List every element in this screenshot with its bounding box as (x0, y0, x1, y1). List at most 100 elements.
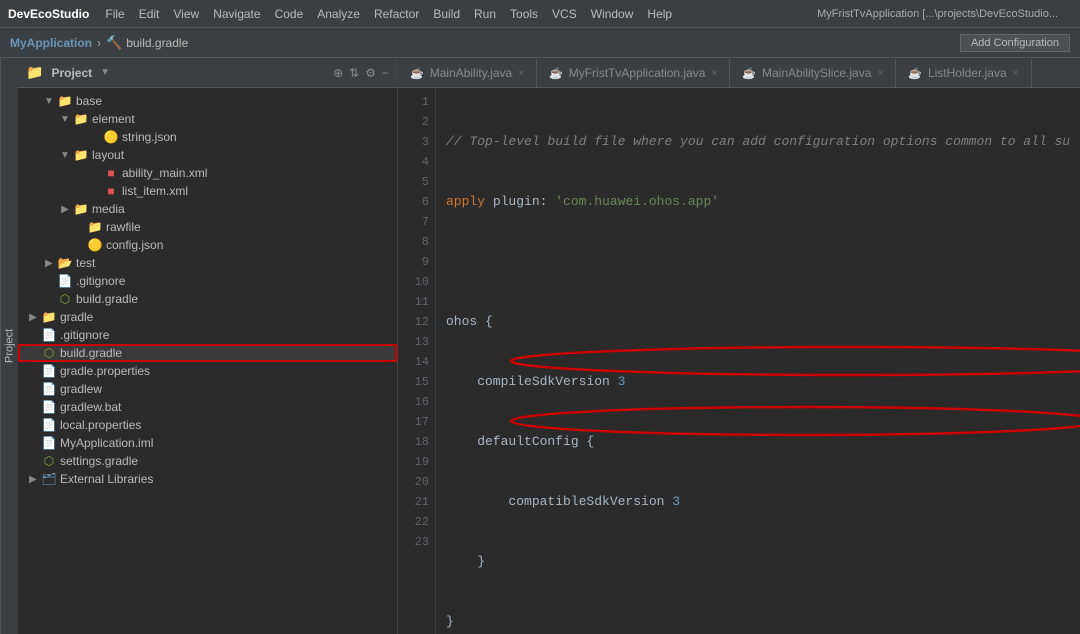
menu-vcs[interactable]: VCS (552, 7, 577, 21)
tree-label-string-json: string.json (122, 130, 177, 144)
tree-item-rawfile[interactable]: 📁 rawfile (18, 218, 397, 236)
minimize-icon[interactable]: − (382, 66, 389, 80)
tab-icon-mainability: ☕ (410, 67, 424, 80)
tree-item-ability-main[interactable]: ■ ability_main.xml (18, 164, 397, 182)
folder-icon-test: 📂 (56, 256, 74, 270)
tree-label-ability-main: ability_main.xml (122, 166, 207, 180)
tree-item-layout[interactable]: ▼ 📁 layout (18, 146, 397, 164)
add-configuration-button[interactable]: Add Configuration (960, 34, 1070, 52)
menu-refactor[interactable]: Refactor (374, 7, 419, 21)
code-area: 12345 678910 1112131415 1617181920 21222… (398, 88, 1080, 634)
tab-icon-mainabilityslice: ☕ (742, 67, 756, 80)
code-line-5: compileSdkVersion 3 (446, 372, 1070, 392)
tree-item-base[interactable]: ▼ 📁 base (18, 92, 397, 110)
breadcrumb-sep: › (97, 36, 101, 50)
editor: ☕ MainAbility.java × ☕ MyFristTvApplicat… (398, 58, 1080, 634)
file-icon-build-gradle-module: ⬡ (56, 292, 74, 306)
code-content[interactable]: // Top-level build file where you can ad… (436, 88, 1080, 634)
folder-icon-element: 📁 (72, 112, 90, 126)
tree-item-local-properties[interactable]: 📄 local.properties (18, 416, 397, 434)
tree-item-build-gradle-root[interactable]: ⬡ build.gradle (18, 344, 397, 362)
tree-item-media[interactable]: ▶ 📁 media (18, 200, 397, 218)
menu-file[interactable]: File (105, 7, 124, 21)
tree-label-gradle-properties: gradle.properties (60, 364, 150, 378)
tree-label-gradle-folder: gradle (60, 310, 93, 324)
sidebar-toolbar: ⊕ ⇅ ⚙ − (333, 66, 389, 80)
dropdown-arrow-icon: ▼ (100, 67, 110, 78)
file-icon-gitignore-root: 📄 (40, 328, 58, 342)
tree-arrow-base: ▼ (42, 96, 56, 107)
tree-label-build-gradle-root: build.gradle (60, 346, 122, 360)
menu-run[interactable]: Run (474, 7, 496, 21)
tree-label-element: element (92, 112, 135, 126)
project-panel-label: Project (0, 58, 18, 634)
folder-icon-gradle: 📁 (40, 310, 58, 324)
tree-item-gradle-properties[interactable]: 📄 gradle.properties (18, 362, 397, 380)
file-icon-gitignore-module: 📄 (56, 274, 74, 288)
tree-item-external-libraries[interactable]: ▶ 🗂 External Libraries (18, 470, 397, 488)
file-icon-myapplication-iml: 📄 (40, 436, 58, 450)
code-line-9: } (446, 612, 1070, 632)
tree-item-list-item[interactable]: ■ list_item.xml (18, 182, 397, 200)
tab-label-mainability: MainAbility.java (430, 66, 512, 80)
code-line-6: defaultConfig { (446, 432, 1070, 452)
tab-mainability-java[interactable]: ☕ MainAbility.java × (398, 59, 537, 87)
tree-label-test: test (76, 256, 95, 270)
tree-item-gradlew-bat[interactable]: 📄 gradlew.bat (18, 398, 397, 416)
tree-item-element[interactable]: ▼ 📁 element (18, 110, 397, 128)
tree-label-gradlew: gradlew (60, 382, 102, 396)
title-bar: MyApplication › 🔨 build.gradle Add Confi… (0, 28, 1080, 58)
menu-tools[interactable]: Tools (510, 7, 538, 21)
editor-tabs: ☕ MainAbility.java × ☕ MyFristTvApplicat… (398, 58, 1080, 88)
tree-label-gitignore-root: .gitignore (60, 328, 109, 342)
tree-label-rawfile: rawfile (106, 220, 141, 234)
menu-code[interactable]: Code (275, 7, 304, 21)
menu-edit[interactable]: Edit (139, 7, 160, 21)
add-icon[interactable]: ⊕ (333, 66, 343, 80)
tree-label-gitignore-module: .gitignore (76, 274, 125, 288)
tab-close-mainabilityslice[interactable]: × (877, 68, 883, 79)
tree-item-config-json[interactable]: 🟡 config.json (18, 236, 397, 254)
tree-label-layout: layout (92, 148, 124, 162)
tree-arrow-external-libraries: ▶ (26, 474, 40, 485)
tab-close-mainability[interactable]: × (518, 68, 524, 79)
menu-help[interactable]: Help (647, 7, 672, 21)
tree-label-gradlew-bat: gradlew.bat (60, 400, 121, 414)
tree-label-settings-gradle: settings.gradle (60, 454, 138, 468)
menu-navigate[interactable]: Navigate (213, 7, 260, 21)
file-icon-build-gradle-root: ⬡ (40, 346, 58, 360)
menu-window[interactable]: Window (591, 7, 634, 21)
menu-view[interactable]: View (173, 7, 199, 21)
tab-mainabilityslice-java[interactable]: ☕ MainAbilitySlice.java × (730, 59, 896, 87)
tree-item-gradlew[interactable]: 📄 gradlew (18, 380, 397, 398)
tree-item-test[interactable]: ▶ 📂 test (18, 254, 397, 272)
breadcrumb-app: MyApplication (10, 36, 92, 50)
menu-analyze[interactable]: Analyze (317, 7, 360, 21)
sidebar-title: Project (51, 66, 92, 80)
sync-icon[interactable]: ⇅ (349, 66, 359, 80)
tree-arrow-media: ▶ (58, 204, 72, 215)
red-oval-1 (511, 347, 1080, 375)
tab-close-myfristtv[interactable]: × (711, 68, 717, 79)
tree-item-myapplication-iml[interactable]: 📄 MyApplication.iml (18, 434, 397, 452)
tree-item-gradle-folder[interactable]: ▶ 📁 gradle (18, 308, 397, 326)
file-icon-gradle-properties: 📄 (40, 364, 58, 378)
tab-close-listholder[interactable]: × (1013, 68, 1019, 79)
tab-myfritsttv-java[interactable]: ☕ MyFristTvApplication.java × (537, 59, 730, 87)
tree-item-gitignore-root[interactable]: 📄 .gitignore (18, 326, 397, 344)
red-oval-2 (511, 407, 1080, 435)
tab-listholder-java[interactable]: ☕ ListHolder.java × (896, 59, 1031, 87)
file-icon-list-item: ■ (102, 184, 120, 198)
folder-icon-media: 📁 (72, 202, 90, 216)
tree-item-build-gradle-module[interactable]: ⬡ build.gradle (18, 290, 397, 308)
tree-label-external-libraries: External Libraries (60, 472, 153, 486)
code-line-2: apply plugin: 'com.huawei.ohos.app' (446, 192, 1070, 212)
tree-item-string-json[interactable]: 🟡 string.json (18, 128, 397, 146)
tree-item-settings-gradle[interactable]: ⬡ settings.gradle (18, 452, 397, 470)
code-line-3 (446, 252, 1070, 272)
menu-build[interactable]: Build (433, 7, 460, 21)
settings-icon[interactable]: ⚙ (365, 66, 376, 80)
tree-label-media: media (92, 202, 125, 216)
tree-label-base: base (76, 94, 102, 108)
tree-item-gitignore-module[interactable]: 📄 .gitignore (18, 272, 397, 290)
